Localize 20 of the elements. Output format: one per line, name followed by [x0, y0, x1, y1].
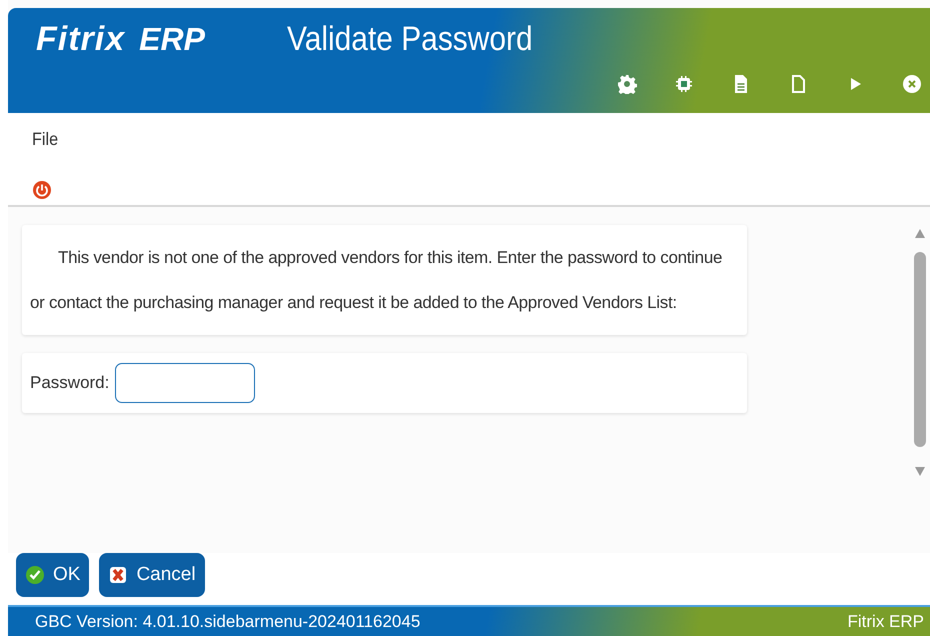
settings-icon[interactable]: [617, 74, 637, 94]
cancel-button[interactable]: Cancel: [99, 553, 205, 597]
password-field[interactable]: [115, 363, 256, 403]
logo-text: Fitrix: [36, 20, 126, 58]
app-name: Fitrix ERP: [848, 612, 924, 632]
logo-text: ERP: [139, 20, 205, 58]
scrollbar-thumb[interactable]: [914, 252, 926, 447]
scroll-down-icon[interactable]: [915, 467, 925, 476]
message-text: This vendor is not one of the approved vendors for this item. Enter the password to continue or contact the purchasing manager and request it be added to the Approved Vendors List:: [29, 247, 724, 314]
window-title: Validate Password: [286, 20, 532, 58]
close-icon[interactable]: [902, 74, 922, 94]
check-icon: [25, 565, 45, 585]
cross-icon: [108, 565, 128, 585]
ok-button[interactable]: OK: [16, 553, 90, 597]
version-text: GBC Version: 4.01.10.sidebarmenu-202401162045: [35, 612, 420, 632]
field-label: Password:: [30, 373, 110, 393]
chip-icon[interactable]: [674, 74, 694, 94]
power-icon[interactable]: [32, 178, 52, 200]
scroll-up-icon[interactable]: [915, 229, 925, 238]
menu-item[interactable]: File: [32, 129, 58, 150]
